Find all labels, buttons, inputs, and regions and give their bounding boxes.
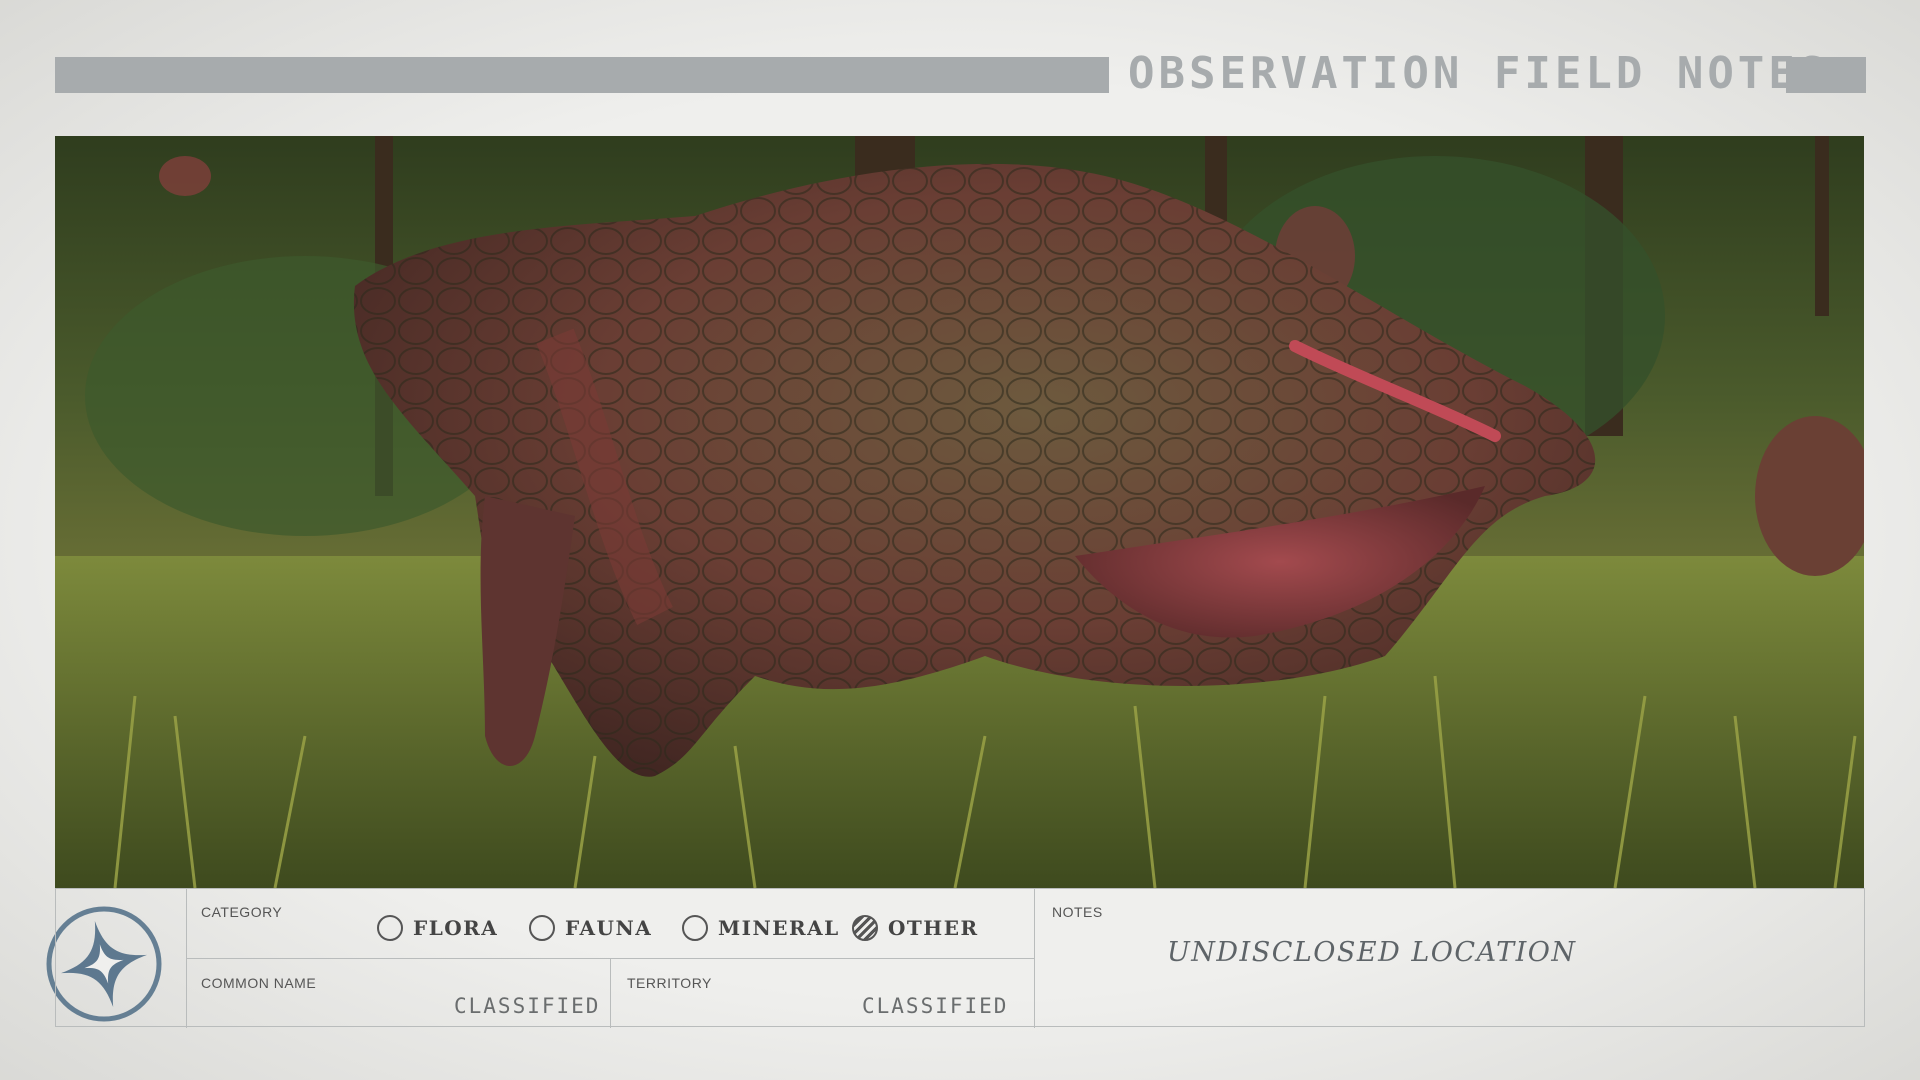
- radio-other[interactable]: [852, 915, 878, 941]
- notes-value: UNDISCLOSED LOCATION: [1167, 937, 1577, 968]
- category-option-mineral[interactable]: MINERAL: [682, 915, 840, 941]
- option-label-other: OTHER: [888, 916, 979, 940]
- notes-label: NOTES: [1052, 904, 1103, 920]
- header-bar-left: [55, 57, 1109, 93]
- radio-fauna[interactable]: [529, 915, 555, 941]
- category-option-fauna[interactable]: FAUNA: [529, 915, 652, 941]
- option-label-mineral: MINERAL: [718, 916, 840, 940]
- field-notes-form: CATEGORY FLORA FAUNA MINERAL OTHER COMMO…: [55, 888, 1865, 1028]
- page-title: OBSERVATION FIELD NOTES: [1128, 48, 1830, 99]
- option-label-fauna: FAUNA: [565, 916, 653, 940]
- option-label-flora: FLORA: [413, 916, 499, 940]
- creature-illustration: [55, 136, 1864, 888]
- territory-value: CLASSIFIED: [862, 994, 1009, 1018]
- divider: [1034, 889, 1035, 1028]
- category-option-flora[interactable]: FLORA: [377, 915, 498, 941]
- divider: [610, 958, 611, 1028]
- category-option-other[interactable]: OTHER: [852, 915, 979, 941]
- territory-label: TERRITORY: [627, 975, 712, 991]
- radio-mineral[interactable]: [682, 915, 708, 941]
- header-bar-right: [1786, 57, 1866, 93]
- category-label: CATEGORY: [201, 904, 283, 920]
- field-notes-card: OBSERVATION FIELD NOTES CATEGORY FLORA F…: [0, 0, 1920, 1080]
- divider: [186, 958, 1034, 959]
- radio-flora[interactable]: [377, 915, 403, 941]
- common-name-label: COMMON NAME: [201, 975, 317, 991]
- common-name-value: CLASSIFIED: [454, 994, 601, 1018]
- creature-photo: [55, 136, 1864, 888]
